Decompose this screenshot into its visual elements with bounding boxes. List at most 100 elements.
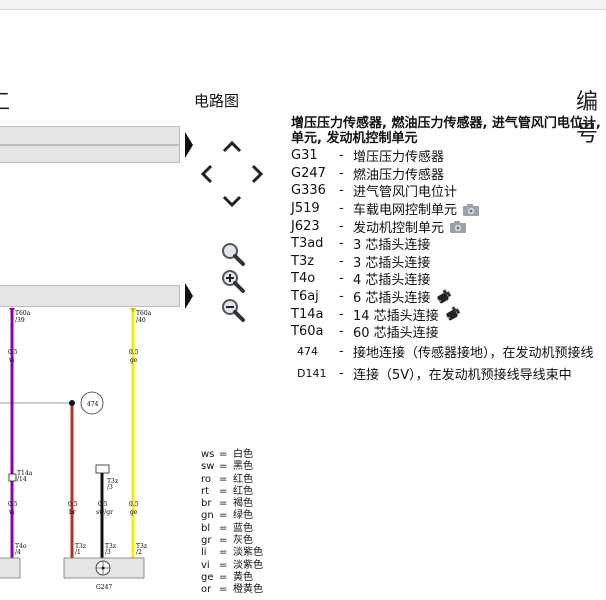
wire1-gauge-bottom: 0.5 (8, 501, 18, 508)
legend-color-name: 灰色 (233, 535, 253, 547)
component-desc-wrap: 3 芯插头连接 (353, 252, 430, 271)
legend-row: gr = 灰色 (201, 535, 263, 547)
component-row: T14a -14 芯插头连接 (291, 305, 606, 324)
component-row: T6aj -6 芯插头连接 (291, 288, 606, 306)
wire1-color: vi (8, 357, 14, 364)
component-desc-wrap: 燃油压力传感器 (353, 164, 444, 183)
component-row: J623 - 发动机控制单元 (291, 217, 606, 236)
list-dash: - (339, 201, 344, 217)
component-code: T4o (291, 271, 316, 287)
component-row: J519 - 车载电网控制单元 (291, 200, 606, 218)
component-row: T4o -4 芯插头连接 (291, 270, 606, 288)
list-dash: - (339, 271, 344, 287)
connector-icon[interactable] (444, 306, 462, 322)
component-row: G247- 燃油压力传感器 (291, 165, 606, 183)
component-row: T3z -3 芯插头连接 (291, 253, 606, 271)
legend-row: li = 淡紫色 (201, 547, 263, 559)
list-dash: - (339, 165, 344, 181)
component-code: 474 (297, 345, 318, 359)
legend-equals: = (219, 449, 228, 460)
legend-equals: = (219, 522, 228, 534)
wire3-gauge: 0.5 (98, 501, 108, 508)
info-title-line1: 增压压力传感器, 燃油压力传感器, 进气管风门电位计, (291, 116, 601, 131)
legend-row: rt = 红色 (201, 486, 263, 498)
pan-left-button[interactable] (193, 161, 219, 187)
wire4-gauge: 0.5 (129, 501, 139, 508)
legend-color-name: 淡紫色 (233, 559, 263, 571)
header-left-fragment: 工 (0, 84, 10, 116)
list-dash: - (339, 148, 344, 164)
legend-color-name: 白色 (233, 449, 253, 460)
component-description: 60 芯插头连接 (353, 326, 439, 342)
zoom-in-icon (222, 270, 245, 293)
legend-code: bl (201, 522, 211, 534)
legend-code: br (201, 498, 212, 510)
component-description: 进气管风门电位计 (353, 185, 458, 201)
expand-arrow-upper[interactable] (185, 132, 193, 158)
component-code: D141 (297, 367, 327, 381)
legend-equals: = (219, 510, 228, 522)
wire4-top-pin: /40 (136, 317, 146, 324)
connector-pin: /14 (17, 476, 27, 483)
connector-icon[interactable] (435, 288, 453, 305)
legend-row: vi = 淡紫色 (201, 560, 263, 572)
component-info-panel: 增压压力传感器, 燃油压力传感器, 进气管风门电位计, 单元, 发动机控制单元 … (291, 116, 606, 385)
component-description: 3 芯插头连接 (353, 238, 431, 254)
legend-code: sw (201, 461, 215, 473)
connector-right-pin: /3 (107, 484, 113, 491)
component-code: T3z (291, 253, 315, 269)
component-code: J519 (291, 201, 320, 217)
chevron-right-icon (251, 164, 264, 184)
list-dash: - (339, 183, 344, 199)
wire1-color-bottom: vi (8, 509, 14, 516)
legend-color-name: 红色 (233, 485, 253, 497)
zoom-in-button[interactable] (220, 268, 246, 294)
camera-icon[interactable] (449, 220, 467, 234)
component-row: T3ad -3 芯插头连接 (291, 235, 606, 253)
pan-right-button[interactable] (245, 161, 271, 187)
list-dash: - (339, 236, 344, 252)
wiring-diagram: T60a /39 T60a /40 0.5 vi 0.5 ge 474 T14a… (0, 308, 152, 591)
component-desc-wrap: 6 芯插头连接 (353, 287, 453, 306)
chevron-left-icon (200, 164, 213, 184)
component-code: T3ad (291, 236, 324, 252)
component-description: 连接（5V），在发动机预接线导线束中 (353, 368, 572, 384)
top-toolbar (0, 0, 606, 10)
circuit-diagram-label: 电路图 (194, 92, 240, 110)
component-code: G336 (291, 183, 326, 199)
component-description: 增压压力传感器 (353, 150, 445, 166)
legend-row: sw = 黑色 (201, 461, 263, 473)
camera-icon[interactable] (462, 203, 480, 216)
wire3-bottom-pin: /3 (105, 549, 111, 556)
legend-code: or (201, 584, 212, 596)
legend-equals: = (219, 571, 228, 583)
component-description: 4 芯插头连接 (353, 273, 431, 289)
component-left-box (0, 557, 21, 579)
legend-row: ro = 红色 (201, 474, 263, 486)
pan-down-button[interactable] (219, 189, 245, 215)
wire2-color: br (69, 509, 76, 516)
legend-row: ws = 白色 (201, 449, 263, 461)
legend-code: li (201, 547, 207, 559)
legend-equals: = (219, 559, 228, 571)
legend-code: ws (201, 449, 215, 460)
diagram-band-upper-2 (0, 145, 180, 163)
legend-row: gn = 绿色 (201, 510, 263, 522)
legend-color-name: 黑色 (233, 461, 253, 473)
list-dash: - (339, 289, 344, 305)
zoom-fit-button[interactable] (220, 241, 246, 267)
legend-code: ge (201, 571, 214, 583)
zoom-out-button[interactable] (220, 297, 246, 323)
component-description: 3 芯插头连接 (353, 255, 431, 271)
component-desc-wrap: 连接（5V），在发动机预接线导线束中 (353, 364, 572, 383)
component-code: T60a (291, 324, 324, 340)
component-description: 14 芯插头连接 (353, 308, 439, 324)
component-list: G31- 增压压力传感器 G247- 燃油压力传感器 G336- 进气管风门电位计 J519… (291, 147, 606, 385)
info-title-line2: 单元, 发动机控制单元 (291, 131, 418, 146)
wire1-gauge: 0.5 (8, 349, 18, 356)
list-dash: - (339, 253, 344, 269)
legend-equals: = (219, 461, 228, 473)
wire4-color: ge (130, 509, 138, 516)
pan-up-button[interactable] (219, 133, 245, 159)
legend-color-name: 黄色 (233, 571, 253, 583)
